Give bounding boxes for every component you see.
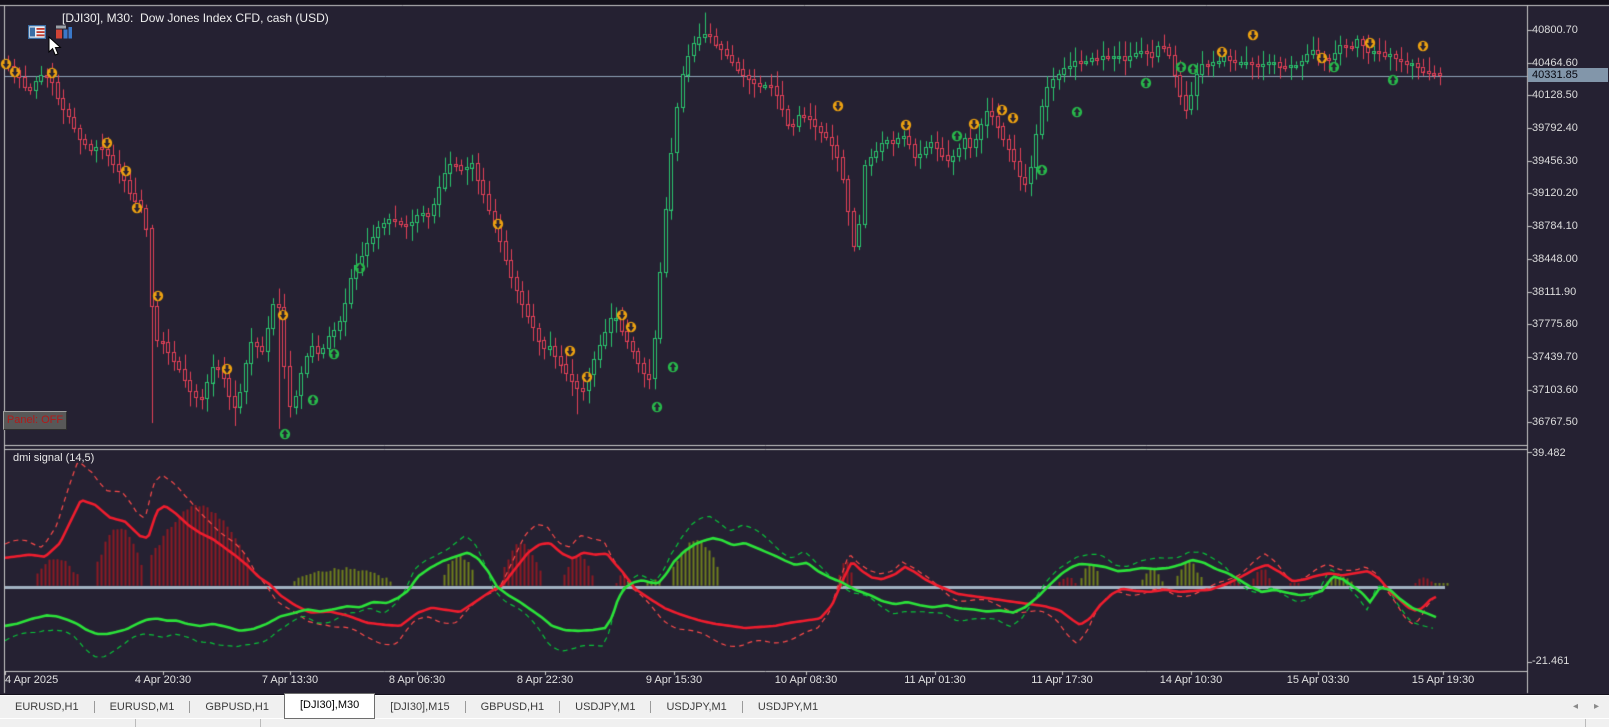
tab-gbpusd-h1[interactable]: GBPUSD,H1 bbox=[190, 696, 284, 718]
chart-header: [DJI30], M30: Dow Jones Index CFD, cash … bbox=[8, 11, 329, 40]
tab--dji30-m30[interactable]: [DJI30],M30 bbox=[283, 692, 376, 719]
current-price-label: 40331.85 bbox=[1528, 68, 1608, 82]
time-tick-label: 8 Apr 22:30 bbox=[516, 674, 574, 686]
time-tick-label: 4 Apr 20:30 bbox=[134, 674, 192, 686]
chart-title: [DJI30], M30: Dow Jones Index CFD, cash … bbox=[62, 11, 329, 25]
status-bar-separator bbox=[135, 719, 136, 727]
time-tick-label: 10 Apr 08:30 bbox=[774, 674, 838, 686]
time-tick-label: 9 Apr 15:30 bbox=[645, 674, 703, 686]
status-bar bbox=[0, 718, 1609, 727]
price-tick-label: 38448.00 bbox=[1532, 252, 1578, 265]
price-tick-label: 38111.90 bbox=[1532, 285, 1577, 298]
tab-usdjpy-m1[interactable]: USDJPY,M1 bbox=[651, 696, 741, 718]
indicator-tick-label: 39.482 bbox=[1532, 447, 1566, 459]
tab-scroll-nav: ◂ ▸ bbox=[1573, 695, 1599, 717]
tab-eurusd-h1[interactable]: EURUSD,H1 bbox=[0, 696, 94, 718]
time-tick-label: 11 Apr 01:30 bbox=[904, 674, 966, 686]
panel-toggle-button[interactable]: Panel: OFF bbox=[3, 411, 67, 430]
mouse-cursor bbox=[48, 36, 62, 56]
time-tick-label: 15 Apr 19:30 bbox=[1411, 674, 1475, 686]
price-tick-label: 39456.30 bbox=[1532, 154, 1578, 167]
tab-usdjpy-m1[interactable]: USDJPY,M1 bbox=[560, 696, 650, 718]
price-tick-label: 37103.60 bbox=[1532, 383, 1578, 396]
account-table-icon[interactable] bbox=[8, 11, 47, 40]
main-chart-region[interactable] bbox=[5, 6, 1527, 443]
indicator-label: dmi signal (14,5) bbox=[13, 452, 95, 464]
indicator-tick-label: -21.461 bbox=[1532, 655, 1570, 667]
price-tick-label: 36767.50 bbox=[1532, 416, 1578, 429]
time-tick-label: 14 Apr 10:30 bbox=[1159, 674, 1223, 686]
price-tick-label: 40800.70 bbox=[1532, 24, 1578, 36]
time-tick-label: 7 Apr 13:30 bbox=[261, 674, 319, 686]
time-tick-label: 8 Apr 06:30 bbox=[388, 674, 446, 686]
chart-tab-bar: EURUSD,H1 EURUSD,M1 GBPUSD,H1 [DJI30],M30 [D… bbox=[0, 692, 1609, 719]
price-tick-label: 39120.20 bbox=[1532, 187, 1578, 200]
price-tick-label: 40128.50 bbox=[1532, 89, 1578, 102]
price-tick-label: 37439.70 bbox=[1532, 350, 1578, 363]
status-bar-separator bbox=[260, 719, 261, 727]
tab--dji30-m15[interactable]: [DJI30],M15 bbox=[375, 696, 464, 718]
mt5-chart-window: [DJI30], M30: Dow Jones Index CFD, cash … bbox=[0, 0, 1609, 727]
price-tick-label: 38784.10 bbox=[1532, 220, 1578, 233]
price-tick-label: 37775.80 bbox=[1532, 318, 1578, 331]
tab-usdjpy-m1[interactable]: USDJPY,M1 bbox=[743, 696, 833, 718]
time-tick-label: 15 Apr 03:30 bbox=[1286, 674, 1350, 686]
tab-scroll-right-icon[interactable]: ▸ bbox=[1594, 701, 1599, 712]
price-tick-label: 39792.40 bbox=[1532, 122, 1578, 135]
tab-eurusd-m1[interactable]: EURUSD,M1 bbox=[95, 696, 190, 718]
time-tick-label: 4 Apr 2025 bbox=[5, 674, 59, 686]
tab-gbpusd-h1[interactable]: GBPUSD,H1 bbox=[466, 696, 560, 718]
bar-chart-icon[interactable] bbox=[35, 11, 73, 39]
time-tick-label: 11 Apr 17:30 bbox=[1031, 674, 1093, 686]
indicator-panel-region[interactable] bbox=[5, 450, 1527, 671]
status-bar-separator bbox=[1585, 719, 1586, 727]
tab-scroll-left-icon[interactable]: ◂ bbox=[1573, 701, 1578, 712]
